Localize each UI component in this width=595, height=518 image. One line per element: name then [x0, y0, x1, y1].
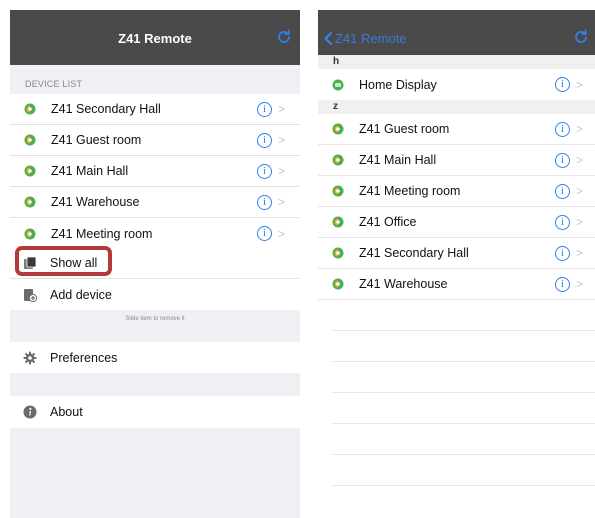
- device-row-main-hall[interactable]: Z41 Main Hall i >: [318, 145, 595, 176]
- device-row-guest-room[interactable]: Z41 Guest room i >: [318, 114, 595, 145]
- device-row-warehouse[interactable]: Z41 Warehouse i >: [318, 269, 595, 300]
- device-row-main-hall[interactable]: Z41 Main Hall i >: [10, 156, 300, 187]
- device-icon: [24, 103, 36, 115]
- info-circle-icon: [23, 405, 37, 419]
- device-row-home-display[interactable]: Home Display i >: [318, 69, 595, 100]
- add-device-button[interactable]: Add device: [10, 279, 300, 310]
- device-row-office[interactable]: Z41 Office i >: [318, 207, 595, 238]
- device-row-guest-room[interactable]: Z41 Guest room i >: [10, 125, 300, 156]
- preferences-button[interactable]: Preferences: [10, 342, 300, 373]
- nav-bar: Z41 Remote: [10, 10, 300, 65]
- info-icon[interactable]: i: [257, 226, 272, 241]
- nav-bar: Z41 Remote: [318, 10, 595, 55]
- about-button[interactable]: About: [10, 396, 300, 428]
- device-row-secondary-hall[interactable]: Z41 Secondary Hall i >: [318, 238, 595, 269]
- device-row-warehouse[interactable]: Z41 Warehouse i >: [10, 187, 300, 218]
- chevron-right-icon: >: [576, 246, 584, 260]
- show-all-screen: Z41 Remote h Home Display i > z Z41 Gues…: [318, 10, 595, 518]
- device-icon: [24, 165, 36, 177]
- empty-row: [332, 393, 595, 424]
- device-row-secondary-hall[interactable]: Z41 Secondary Hall i >: [10, 94, 300, 125]
- back-button[interactable]: Z41 Remote: [324, 29, 407, 47]
- gear-icon: [23, 351, 37, 364]
- empty-row: [332, 424, 595, 455]
- device-icon: [332, 185, 344, 197]
- info-icon[interactable]: i: [555, 214, 570, 230]
- info-icon[interactable]: i: [555, 245, 570, 261]
- chevron-right-icon: >: [576, 77, 584, 92]
- empty-row: [332, 331, 595, 362]
- chevron-right-icon: >: [278, 133, 286, 147]
- device-row-meeting-room[interactable]: Z41 Meeting room i >: [10, 218, 300, 249]
- chevron-right-icon: >: [278, 226, 286, 241]
- device-icon: [332, 247, 344, 259]
- device-icon: [332, 123, 344, 135]
- info-icon[interactable]: i: [257, 194, 272, 210]
- chevron-right-icon: >: [576, 184, 584, 198]
- all-devices-list: h Home Display i > z Z41 Guest room i > …: [318, 55, 595, 486]
- action-list: Show all Add device: [10, 246, 300, 310]
- chevron-right-icon: >: [278, 102, 286, 116]
- chevron-right-icon: >: [576, 215, 584, 229]
- nav-title: Z41 Remote: [118, 31, 192, 46]
- remove-hint: Slide item to remove it: [125, 316, 185, 322]
- add-device-label: Add device: [50, 287, 112, 302]
- device-list: Z41 Secondary Hall i > Z41 Guest room i …: [10, 94, 300, 249]
- preferences-label: Preferences: [50, 350, 118, 365]
- device-icon: [24, 134, 36, 146]
- chevron-right-icon: >: [278, 164, 286, 178]
- section-header-h: h: [318, 55, 595, 69]
- info-icon[interactable]: i: [257, 132, 272, 148]
- add-device-icon: [24, 288, 37, 302]
- show-all-icon: [24, 256, 37, 269]
- display-icon: [332, 79, 344, 90]
- device-icon: [24, 228, 36, 239]
- chevron-right-icon: >: [576, 153, 584, 167]
- info-icon[interactable]: i: [555, 121, 570, 137]
- device-icon: [332, 216, 344, 228]
- section-header-z: z: [318, 100, 595, 114]
- info-icon[interactable]: i: [555, 183, 570, 199]
- empty-row: [332, 455, 595, 486]
- empty-row: [332, 362, 595, 393]
- device-row-meeting-room[interactable]: Z41 Meeting room i >: [318, 176, 595, 207]
- info-icon[interactable]: i: [555, 77, 570, 92]
- about-label: About: [50, 405, 83, 419]
- info-icon[interactable]: i: [555, 152, 570, 168]
- device-icon: [24, 196, 36, 208]
- chevron-right-icon: >: [576, 122, 584, 136]
- chevron-right-icon: >: [576, 277, 584, 291]
- info-icon[interactable]: i: [257, 101, 272, 117]
- show-all-label: Show all: [50, 256, 98, 270]
- info-icon[interactable]: i: [257, 163, 272, 179]
- refresh-icon[interactable]: [276, 29, 292, 45]
- info-icon[interactable]: i: [555, 276, 570, 292]
- device-icon: [332, 154, 344, 166]
- device-list-header: DEVICE LIST: [25, 79, 83, 89]
- device-icon: [332, 278, 344, 290]
- refresh-icon[interactable]: [573, 29, 589, 45]
- chevron-right-icon: >: [278, 195, 286, 209]
- empty-row: [332, 300, 595, 331]
- show-all-button[interactable]: Show all: [10, 246, 300, 279]
- main-menu-screen: Z41 Remote DEVICE LIST Z41 Secondary Hal…: [10, 10, 300, 518]
- chevron-left-icon: [324, 31, 332, 45]
- back-label: Z41 Remote: [335, 30, 407, 46]
